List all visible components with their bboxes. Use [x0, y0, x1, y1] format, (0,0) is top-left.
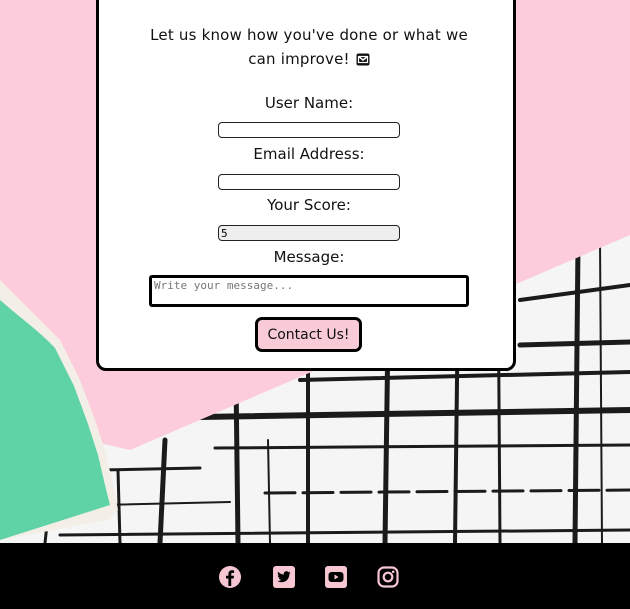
score-field[interactable] [218, 225, 400, 241]
facebook-icon[interactable] [218, 565, 242, 589]
twitter-icon[interactable] [272, 565, 296, 589]
email-label: Email Address: [253, 145, 365, 163]
form-intro-text: Let us know how you've done or what we c… [150, 26, 468, 68]
envelope-icon [356, 49, 370, 73]
username-field[interactable] [218, 122, 400, 138]
contact-form-card: Let us know how you've done or what we c… [96, 0, 516, 371]
message-label: Message: [273, 248, 345, 266]
instagram-icon[interactable] [376, 565, 400, 589]
youtube-icon[interactable] [324, 565, 348, 589]
footer [0, 543, 630, 609]
form-intro: Let us know how you've done or what we c… [139, 23, 479, 73]
contact-us-button[interactable]: Contact Us! [255, 317, 362, 352]
email-field[interactable] [218, 174, 400, 190]
score-label: Your Score: [267, 196, 351, 214]
username-label: User Name: [264, 94, 354, 112]
message-field[interactable] [149, 275, 469, 307]
